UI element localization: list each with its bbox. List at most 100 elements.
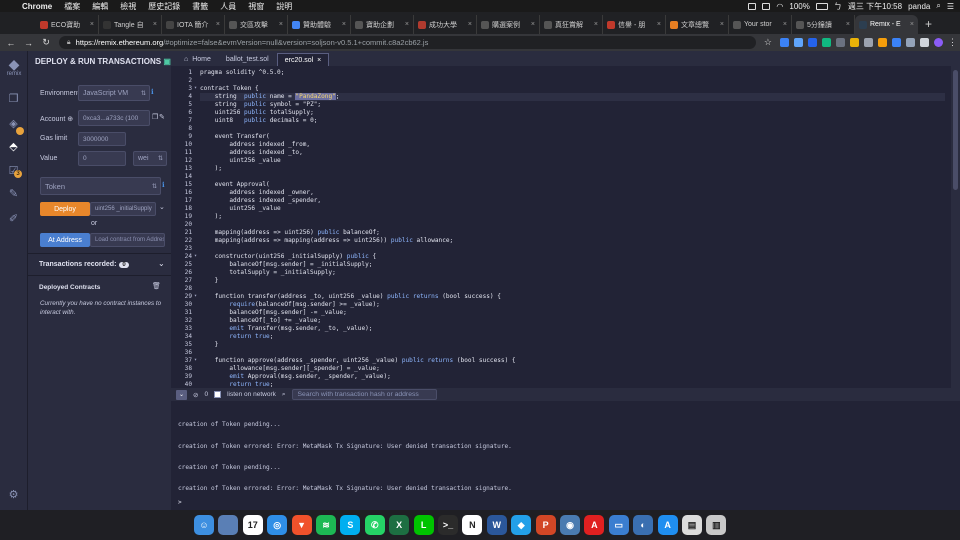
- extension-icon-1[interactable]: [780, 38, 789, 47]
- fold-arrow-icon[interactable]: ▾: [194, 253, 197, 259]
- browser-tab[interactable]: 寶助企劃 ×: [351, 15, 414, 34]
- whatsapp-icon[interactable]: ✆: [364, 515, 385, 535]
- extension-icon-11[interactable]: [920, 38, 929, 47]
- code-line[interactable]: address indexed _owner,: [200, 189, 945, 197]
- code-line[interactable]: mapping(address => uint256) public balan…: [200, 229, 945, 237]
- browser-tab[interactable]: Your stor ×: [729, 15, 792, 34]
- clear-instances-trash-icon[interactable]: 🗑︎: [152, 282, 161, 290]
- menu-edit[interactable]: 編輯: [86, 1, 114, 12]
- terminal-prompt[interactable]: >: [178, 499, 182, 506]
- appstore-icon[interactable]: A: [657, 515, 678, 535]
- trash-icon[interactable]: ▥: [706, 515, 727, 535]
- value-unit-select[interactable]: wei ⇅: [133, 151, 167, 166]
- code-line[interactable]: [200, 125, 945, 133]
- gas-limit-input[interactable]: 3000000: [78, 132, 126, 146]
- sign-message-icon[interactable]: ✎: [159, 113, 165, 121]
- tab-erc20[interactable]: erc20.sol ×: [276, 53, 330, 66]
- deploy-run-icon[interactable]: ⬘: [7, 141, 20, 154]
- camera-icon[interactable]: ◉: [560, 515, 580, 535]
- code-line[interactable]: constructor(uint256 _initialSupply) publ…: [200, 253, 945, 261]
- fold-arrow-icon[interactable]: ▾: [194, 293, 197, 299]
- battery-icon[interactable]: [815, 2, 828, 10]
- menu-history[interactable]: 歷史記錄: [142, 1, 186, 12]
- word-icon[interactable]: W: [486, 515, 507, 535]
- code-line[interactable]: emit Approval(msg.sender, _spender, _val…: [200, 373, 945, 381]
- address-bar[interactable]: 🔒︎ https://remix.ethereum.org/#optimize=…: [58, 36, 756, 49]
- value-input[interactable]: 0: [78, 151, 126, 166]
- menu-people[interactable]: 人員: [214, 1, 242, 12]
- account-select[interactable]: 0xca3...a733c (100: [78, 110, 150, 126]
- extension-icon-5[interactable]: [836, 38, 845, 47]
- back-icon[interactable]: ←: [6, 38, 16, 48]
- code-line[interactable]: }: [200, 341, 945, 349]
- extension-icon-4[interactable]: [822, 38, 831, 47]
- extension-icon-3[interactable]: [808, 38, 817, 47]
- code-line[interactable]: contract Token {: [200, 85, 945, 93]
- remix-logo[interactable]: ◆ remix: [4, 57, 24, 77]
- extension-icon-2[interactable]: [794, 38, 803, 47]
- excel-icon[interactable]: X: [389, 515, 410, 535]
- preview-icon[interactable]: [218, 515, 239, 535]
- deploy-button[interactable]: Deploy: [40, 202, 90, 216]
- chrome-menu-icon[interactable]: ⋮: [948, 38, 957, 47]
- code-line[interactable]: string public name = "PandaZong";: [200, 93, 945, 101]
- code-line[interactable]: return true;: [200, 333, 945, 341]
- fold-arrow-icon[interactable]: ▾: [194, 85, 197, 91]
- close-tab-icon[interactable]: ×: [657, 21, 661, 28]
- scrollbar-thumb[interactable]: [953, 70, 958, 190]
- code-line[interactable]: uint256 _value: [200, 157, 945, 165]
- clear-console-icon[interactable]: ⊘: [193, 391, 198, 399]
- deploy-param-input[interactable]: uint256 _initialSupply: [90, 202, 156, 216]
- expand-params-icon[interactable]: ⌄: [159, 203, 165, 211]
- network-icon[interactable]: ◐: [633, 515, 654, 535]
- code-line[interactable]: balanceOf[msg.sender] -= _value;: [200, 309, 945, 317]
- brave-icon[interactable]: ▼: [291, 515, 312, 535]
- environment-info-icon[interactable]: ℹ: [151, 88, 154, 96]
- environment-select[interactable]: JavaScript VM ⇅: [78, 85, 150, 101]
- code-line[interactable]: [200, 349, 945, 357]
- browser-tab[interactable]: 信譽 - 朋 ×: [603, 15, 666, 34]
- code-line[interactable]: uint8 public decimals = 0;: [200, 117, 945, 125]
- copy-account-icon[interactable]: ❐: [152, 113, 158, 121]
- browser-tab[interactable]: ECO寶助 ×: [36, 15, 99, 34]
- new-tab-button[interactable]: +: [918, 17, 939, 34]
- browser-tab[interactable]: 贊助體驗 ×: [288, 15, 351, 34]
- contract-info-icon[interactable]: ℹ: [162, 181, 165, 189]
- code-line[interactable]: [200, 173, 945, 181]
- code-line[interactable]: pragma solidity ^0.5.0;: [200, 69, 945, 77]
- file-explorer-icon[interactable]: ❐: [7, 93, 20, 106]
- bookmark-star-icon[interactable]: ☆: [764, 37, 772, 48]
- browser-tab[interactable]: IOTA 簡介 ×: [162, 15, 225, 34]
- lock-icon[interactable]: 🔒︎: [67, 39, 71, 47]
- close-tab-icon[interactable]: ×: [216, 21, 220, 28]
- close-tab-icon[interactable]: ×: [910, 21, 914, 28]
- browser-tab[interactable]: 購選案例 ×: [477, 15, 540, 34]
- calendar-icon[interactable]: 17: [242, 515, 263, 535]
- close-tab-icon[interactable]: ×: [405, 21, 409, 28]
- transactions-chevron-icon[interactable]: ⌄: [158, 259, 165, 268]
- menu-view[interactable]: 檢視: [114, 1, 142, 12]
- code-line[interactable]: function transfer(address _to, uint256 _…: [200, 293, 945, 301]
- code-line[interactable]: [200, 221, 945, 229]
- close-tab-icon[interactable]: ×: [531, 21, 535, 28]
- code-line[interactable]: address indexed _to,: [200, 149, 945, 157]
- close-tab-icon[interactable]: ×: [594, 21, 598, 28]
- code-line[interactable]: function approve(address _spender, uint2…: [200, 357, 945, 365]
- forward-icon[interactable]: →: [24, 38, 34, 48]
- documents-icon[interactable]: ▤: [682, 515, 702, 535]
- code-line[interactable]: event Approval(: [200, 181, 945, 189]
- docs-icon[interactable]: ▣: [163, 57, 171, 66]
- debugger-icon[interactable]: ✎: [7, 188, 20, 201]
- keynote-icon[interactable]: ▭: [608, 515, 629, 535]
- terminal-output[interactable]: creation of Token pending... creation of…: [171, 401, 960, 510]
- extension-icon-8[interactable]: [878, 38, 887, 47]
- menu-help[interactable]: 說明: [270, 1, 298, 12]
- collapse-terminal-icon[interactable]: ⌄: [176, 389, 187, 400]
- browser-tab[interactable]: 5分鐘讀 ×: [792, 15, 855, 34]
- code-line[interactable]: );: [200, 213, 945, 221]
- code-line[interactable]: balanceOf[msg.sender] = _initialSupply;: [200, 261, 945, 269]
- reload-icon[interactable]: ↻: [41, 37, 51, 48]
- clock[interactable]: 週三 下午10:58: [848, 1, 902, 12]
- terminal-icon[interactable]: >_: [438, 515, 458, 535]
- code-line[interactable]: mapping(address => mapping(address => ui…: [200, 237, 945, 245]
